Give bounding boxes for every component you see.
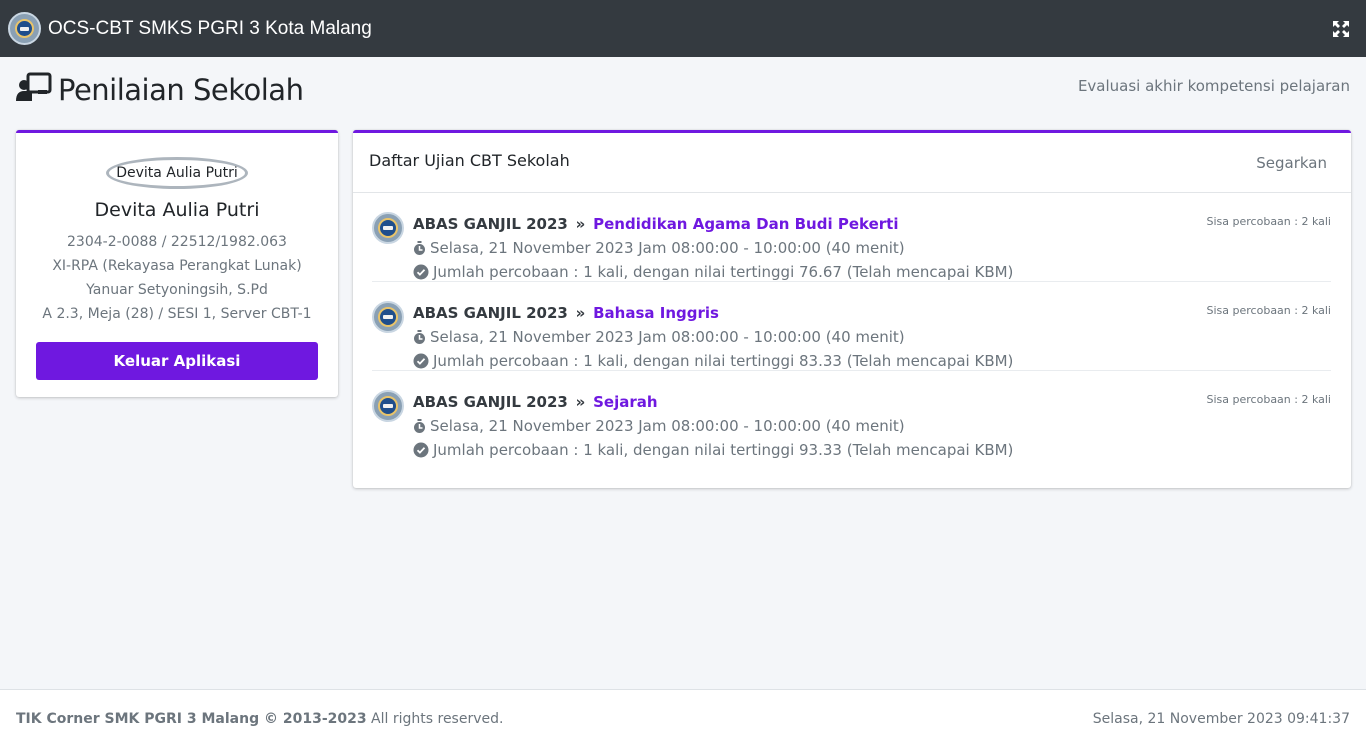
footer-datetime: Selasa, 21 November 2023 09:41:37 [1092,711,1350,727]
page-header: Penilaian Sekolah [16,72,304,107]
expand-icon[interactable] [1332,20,1350,38]
logout-button[interactable]: Keluar Aplikasi [36,342,318,380]
exam-schedule-text: Selasa, 21 November 2023 Jam 08:00:00 - … [430,417,905,435]
exam-schedule: Selasa, 21 November 2023 Jam 08:00:00 - … [413,417,905,435]
check-circle-icon [413,442,429,458]
exam-schedule: Selasa, 21 November 2023 Jam 08:00:00 - … [413,239,905,257]
profile-card: Devita Aulia Putri Devita Aulia Putri 23… [16,130,338,397]
student-info: 2304-2-0088 / 22512/1982.063 XI-RPA (Rek… [16,230,338,326]
stopwatch-icon [413,418,426,434]
avatar: Devita Aulia Putri [106,157,248,189]
exam-schedule-text: Selasa, 21 November 2023 Jam 08:00:00 - … [430,239,905,257]
refresh-button[interactable]: Segarkan [1256,154,1327,172]
exam-group: ABAS GANJIL 2023 [413,393,568,411]
exam-item: ABAS GANJIL 2023 » Pendidikan Agama Dan … [372,193,1331,282]
student-id: 2304-2-0088 / 22512/1982.063 [67,234,287,250]
double-chevron-right-icon: » [575,304,586,322]
school-logo-icon [372,390,404,422]
exam-schedule: Selasa, 21 November 2023 Jam 08:00:00 - … [413,328,905,346]
school-logo-icon [8,12,41,45]
chalkboard-teacher-icon [16,72,52,107]
double-chevron-right-icon: » [575,215,586,233]
student-class: XI-RPA (Rekayasa Perangkat Lunak) [52,258,302,274]
exam-result: Jumlah percobaan : 1 kali, dengan nilai … [413,263,1013,281]
exam-list: ABAS GANJIL 2023 » Pendidikan Agama Dan … [353,193,1351,460]
student-room: A 2.3, Meja (28) / SESI 1, Server CBT-1 [42,306,312,322]
check-circle-icon [413,353,429,369]
page-title: Penilaian Sekolah [58,72,304,107]
exam-subject-link[interactable]: Pendidikan Agama Dan Budi Pekerti [593,215,898,233]
exam-heading: ABAS GANJIL 2023 » Bahasa Inggris [413,304,719,322]
footer-brand: TIK Corner SMK PGRI 3 Malang © 2013-2023 [16,711,367,727]
exam-result: Jumlah percobaan : 1 kali, dengan nilai … [413,352,1013,370]
app-title: OCS-CBT SMKS PGRI 3 Kota Malang [48,17,372,39]
exam-heading: ABAS GANJIL 2023 » Pendidikan Agama Dan … [413,215,898,233]
exam-subject-link[interactable]: Sejarah [593,393,657,411]
footer-copyright: TIK Corner SMK PGRI 3 Malang © 2013-2023… [16,711,503,727]
exam-heading: ABAS GANJIL 2023 » Sejarah [413,393,658,411]
avatar-alt-text: Devita Aulia Putri [116,165,238,181]
exam-result-text: Jumlah percobaan : 1 kali, dengan nilai … [433,441,1014,459]
top-navbar: OCS-CBT SMKS PGRI 3 Kota Malang [0,0,1366,57]
exam-remaining-attempts: Sisa percobaan : 2 kali [1206,393,1331,406]
exam-result-text: Jumlah percobaan : 1 kali, dengan nilai … [433,263,1014,281]
school-logo-icon [372,212,404,244]
exam-remaining-attempts: Sisa percobaan : 2 kali [1206,304,1331,317]
exam-remaining-attempts: Sisa percobaan : 2 kali [1206,215,1331,228]
footer-rights: All rights reserved. [371,711,504,727]
check-circle-icon [413,264,429,280]
footer: TIK Corner SMK PGRI 3 Malang © 2013-2023… [0,689,1366,746]
stopwatch-icon [413,329,426,345]
exam-group: ABAS GANJIL 2023 [413,304,568,322]
school-logo-icon [372,301,404,333]
student-teacher: Yanuar Setyoningsih, S.Pd [86,282,268,298]
exam-item: ABAS GANJIL 2023 » Sejarah Sisa percobaa… [372,371,1331,460]
exam-list-card: Daftar Ujian CBT Sekolah Segarkan ABAS G… [353,130,1351,488]
exam-subject-link[interactable]: Bahasa Inggris [593,304,719,322]
double-chevron-right-icon: » [575,393,586,411]
student-name: Devita Aulia Putri [94,199,260,221]
exam-group: ABAS GANJIL 2023 [413,215,568,233]
exam-schedule-text: Selasa, 21 November 2023 Jam 08:00:00 - … [430,328,905,346]
exam-result: Jumlah percobaan : 1 kali, dengan nilai … [413,441,1013,459]
page-subtitle: Evaluasi akhir kompetensi pelajaran [1077,77,1350,95]
exam-list-header: Daftar Ujian CBT Sekolah Segarkan [353,133,1351,193]
stopwatch-icon [413,240,426,256]
exam-item: ABAS GANJIL 2023 » Bahasa Inggris Sisa p… [372,282,1331,371]
exam-result-text: Jumlah percobaan : 1 kali, dengan nilai … [433,352,1014,370]
exam-list-title: Daftar Ujian CBT Sekolah [369,151,570,170]
